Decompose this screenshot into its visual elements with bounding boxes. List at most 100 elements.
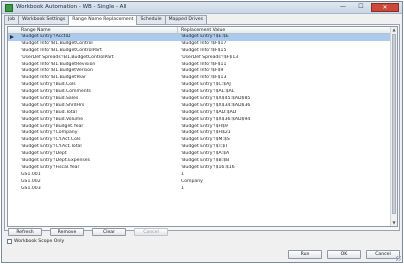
column-header-range-name[interactable]: Range Name [18,27,178,34]
range-name-cell[interactable]: 'Budget Entry'!Bud.Total [21,110,177,117]
excel-app-icon [5,4,13,12]
table-row[interactable]: 'Budget Entry'!Budget.Year 'Budget Entry'… [8,124,391,131]
ok-button[interactable]: OK [327,250,361,259]
scroll-thumb[interactable] [392,34,396,214]
tab-schedule[interactable]: Schedule [136,15,166,24]
replacement-value-cell[interactable]: 1 [181,186,386,193]
window-title: Workbook Automation - WB - Single - All [16,4,127,10]
refresh-button[interactable]: Refresh [8,228,42,236]
table-row[interactable]: GS1.001 1 [8,172,391,179]
tab-workbook-settings[interactable]: Workbook Settings [18,15,70,24]
scroll-down-icon[interactable]: ▼ [391,220,397,226]
column-header-replacement-value[interactable]: Replacement Value [178,27,388,34]
range-name-cell[interactable]: 'Budget Entry'!Bud.Comments [21,89,177,96]
replacement-value-cell[interactable]: 'Budget Entry'!$X$34:$AD$36 [181,103,386,110]
close-button[interactable]: ✕ [371,3,399,12]
run-button[interactable]: Run [288,250,322,259]
table-row[interactable]: 'Budget Entry'!Bud.ShrdHrs 'Budget Entry'… [8,103,391,110]
table-row[interactable]: 'Budget Info'!B1.BudgetControl 'Budget In… [8,41,391,48]
replacement-value-cell[interactable]: 'Budget Entry'!$H$21 [181,130,386,137]
range-name-cell[interactable]: 'Budget Info'!B1.BudgetControl [21,41,177,48]
workbook-scope-only-label: Workbook Scope Only [14,239,65,244]
table-row[interactable]: 'Budget Info'!B1.BudgetRevision 'Budget I… [8,62,391,69]
range-name-cell[interactable]: 'Budget Entry'!Dept [21,151,177,158]
range-name-cell[interactable]: 'Budget Entry'!Dept.Expenses [21,158,177,165]
range-replacement-grid[interactable]: Range Name Replacement Value 'Budget Ent… [7,26,398,227]
range-name-replacement-pane: Range Name Replacement Value 'Budget Ent… [4,24,400,231]
replacement-value-cell[interactable]: 'Budget Entry'!$A:$A [181,151,386,158]
title-bar[interactable]: Workbook Automation - WB - Single - All … [2,2,402,14]
replacement-value-cell[interactable]: 'Budget Info'!$F$13 [181,75,386,82]
replacement-value-cell[interactable]: 'Budget Entry'!$E:$E [181,34,386,41]
scroll-up-icon[interactable]: ▲ [391,27,397,33]
replacement-value-cell[interactable]: Company [181,179,386,186]
tab-strip: Job Workbook Settings Range Name Replace… [4,15,208,25]
replacement-value-cell[interactable]: 'Budget Entry'!$16:$16 [181,165,386,172]
range-name-cell[interactable]: 'Budget Info'!B1.BudgetYear [21,75,177,82]
replacement-value-cell[interactable]: 'UserDef Spreads'!$F$13 [181,55,386,62]
range-name-cell[interactable]: 'Budget Info'!B1.BudgetRevision [21,62,177,69]
replacement-value-cell[interactable]: 'Budget Info'!$F$11 [181,62,386,69]
replacement-value-cell[interactable]: 'Budget Info'!$F$15 [181,48,386,55]
table-row[interactable]: 'UserDef Spreads'!B1.BudgetControlPart 'U… [8,55,391,62]
range-name-cell[interactable]: 'Budget Entry'!Bud.Cols [21,82,177,89]
table-row[interactable]: 'Budget Entry'!Company 'Budget Entry'!$H$… [8,130,391,137]
range-name-cell[interactable]: 'Budget Entry'!Budget.Year [21,124,177,131]
table-row[interactable]: GS1.002 Company [8,179,391,186]
minimize-button[interactable]: — [335,3,351,12]
replacement-value-cell[interactable]: 'Budget Entry'!$B:$B [181,158,386,165]
vertical-scrollbar[interactable]: ▲ ▼ [390,27,397,226]
table-row[interactable]: 'Budget Entry'!Bud.Comments 'Budget Entry… [8,89,391,96]
replacement-value-cell[interactable]: 'Budget Entry'!$H$9 [181,124,386,131]
range-name-cell[interactable]: 'UserDef Spreads'!B1.BudgetControlPart [21,55,177,62]
range-name-cell[interactable]: GS1.002 [21,179,177,186]
table-row[interactable]: 'Budget Entry'!Dept.Expenses 'Budget Entr… [8,158,391,165]
range-name-cell[interactable]: GS1.003 [21,186,177,193]
cancel-edit-button[interactable]: Cancel [134,228,168,236]
table-row[interactable]: 'Budget Info'!B1.BudgetControlPart 'Budge… [8,48,391,55]
range-name-cell[interactable]: 'Budget Entry'!CY.Act.Total [21,144,177,151]
replacement-value-cell[interactable]: 'Budget Entry'!$X$36:$AD$94 [181,117,386,124]
range-name-cell[interactable]: 'Budget Entry'!Company [21,130,177,137]
range-name-cell[interactable]: 'Budget Entry'!Fiscal.Year [21,165,177,172]
range-name-cell[interactable]: 'Budget Info'!B1.BudgetControlPart [21,48,177,55]
range-name-cell[interactable]: 'Budget Entry'!CY.Act.Cols [21,137,177,144]
resize-grip[interactable] [396,256,401,261]
range-name-cell[interactable]: 'Budget Entry'!Bud.Sales [21,96,177,103]
table-row[interactable]: 'Budget Info'!B1.BudgetYear 'Budget Info'… [8,75,391,82]
replacement-value-cell[interactable]: 'Budget Entry'!$M:$S [181,137,386,144]
clear-button[interactable]: Clear [92,228,126,236]
replacement-value-cell[interactable]: 'Budget Info'!$F$9 [181,68,386,75]
range-name-cell[interactable]: GS1.001 [21,172,177,179]
table-row[interactable]: 'Budget Entry'!CY.Act.Cols 'Budget Entry'… [8,137,391,144]
table-row[interactable]: 'Budget Entry'!Bud.Sales 'Budget Entry'!$… [8,96,391,103]
table-row[interactable]: 'Budget Entry'!Dept 'Budget Entry'!$A:$A [8,151,391,158]
table-row[interactable]: 'Budget Entry'!AcctID 'Budget Entry'!$E:$… [8,34,391,41]
table-row[interactable]: 'Budget Entry'!Bud.Volume 'Budget Entry'!… [8,117,391,124]
table-row[interactable]: GS1.003 1 [8,186,391,193]
workbook-scope-only-checkbox[interactable] [7,239,12,244]
cancel-button[interactable]: Cancel [366,250,400,259]
grid-rows: 'Budget Entry'!AcctID 'Budget Entry'!$E:$… [8,34,391,192]
maximize-button[interactable]: ☐ [353,3,369,12]
tab-mapped-drives[interactable]: Mapped Drives [164,15,208,24]
replacement-value-cell[interactable]: 'Budget Info'!$F$17 [181,41,386,48]
replacement-value-cell[interactable]: 'Budget Entry'!$AL:$AL [181,89,386,96]
range-name-cell[interactable]: 'Budget Info'!B1.BudgetVersion [21,68,177,75]
table-row[interactable]: 'Budget Entry'!Bud.Cols 'Budget Entry'!$C… [8,82,391,89]
table-row[interactable]: 'Budget Entry'!Fiscal.Year 'Budget Entry'… [8,165,391,172]
table-row[interactable]: 'Budget Entry'!CY.Act.Total 'Budget Entry… [8,144,391,151]
tab-job[interactable]: Job [4,15,20,24]
replacement-value-cell[interactable]: 'Budget Entry'!$AD:$AD [181,110,386,117]
table-row[interactable]: 'Budget Entry'!Bud.Total 'Budget Entry'!$… [8,110,391,117]
remove-button[interactable]: Remove [50,228,84,236]
replacement-value-cell[interactable]: 'Budget Entry'!$X$45:$AD$85 [181,96,386,103]
table-row[interactable]: 'Budget Info'!B1.BudgetVersion 'Budget In… [8,68,391,75]
range-name-cell[interactable]: 'Budget Entry'!AcctID [21,34,177,41]
replacement-value-cell[interactable]: 'Budget Entry'!$T:$T [181,144,386,151]
tab-range-name-replacement[interactable]: Range Name Replacement [68,15,138,25]
range-name-cell[interactable]: 'Budget Entry'!Bud.Volume [21,117,177,124]
replacement-value-cell[interactable]: 'Budget Entry'!$C:$AJ [181,82,386,89]
range-name-cell[interactable]: 'Budget Entry'!Bud.ShrdHrs [21,103,177,110]
replacement-value-cell[interactable]: 1 [181,172,386,179]
